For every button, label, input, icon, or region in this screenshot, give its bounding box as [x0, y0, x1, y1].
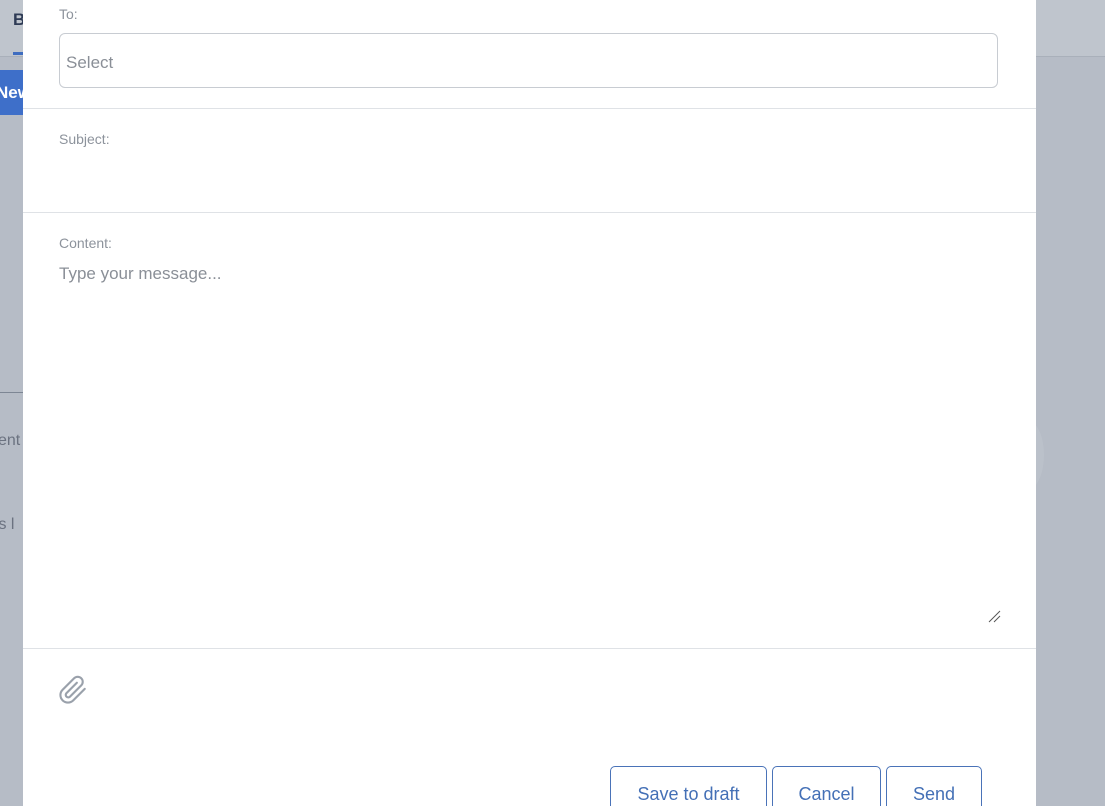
- subject-label: Subject:: [59, 131, 110, 147]
- background-tab-underline: [13, 52, 23, 55]
- paperclip-icon[interactable]: [58, 674, 88, 706]
- save-to-draft-button[interactable]: Save to draft: [610, 766, 767, 806]
- background-new-button: New: [0, 70, 23, 115]
- background-text: ent: [0, 432, 21, 449]
- send-button[interactable]: Send: [886, 766, 982, 806]
- to-placeholder: Select: [66, 53, 114, 72]
- content-placeholder: Type your message...: [59, 264, 222, 283]
- to-select[interactable]: Select: [59, 33, 998, 88]
- divider: [23, 212, 1036, 213]
- background-text: ts l: [0, 516, 15, 533]
- cancel-button[interactable]: Cancel: [772, 766, 881, 806]
- content-label: Content:: [59, 235, 112, 251]
- compose-modal: To: Select Subject: Content: Type your m…: [23, 0, 1036, 806]
- divider: [23, 108, 1036, 109]
- resize-grip-icon[interactable]: [987, 609, 1001, 623]
- divider: [23, 648, 1036, 649]
- subject-input[interactable]: [59, 155, 1002, 197]
- to-label: To:: [59, 6, 78, 22]
- background-divider: [0, 392, 23, 393]
- content-textarea[interactable]: Type your message...: [59, 264, 1000, 624]
